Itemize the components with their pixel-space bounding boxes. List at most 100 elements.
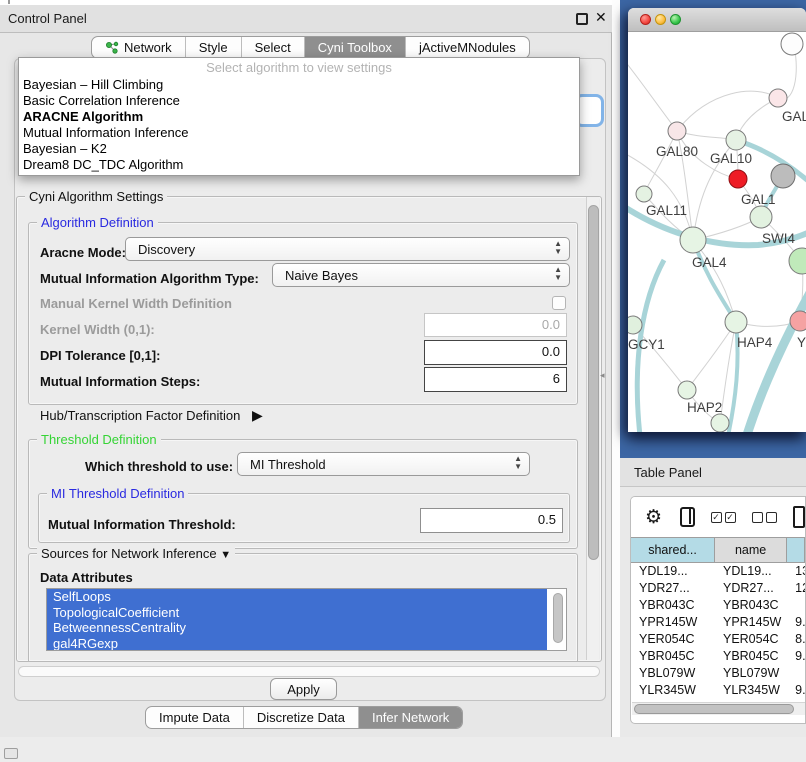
algorithm-option[interactable]: Bayesian – K2 [19,141,579,157]
table-toolbar: ⚙ ✓ ✓ [631,497,805,537]
table-row[interactable]: YBR043C YBR043C [631,597,805,614]
node-green-right[interactable] [789,248,806,274]
node-gal-cut[interactable] [769,89,787,107]
combo-stepper-icon: ▲▼ [554,240,562,256]
column-header-shared-name[interactable]: shared... [631,538,715,562]
collapsed-arrow-icon: ▶ [252,407,263,423]
mi-steps-input[interactable]: 6 [424,367,567,392]
control-panel-title: Control Panel [8,11,87,26]
table-row[interactable]: YPR145W YPR145W 9. [631,614,805,631]
algorithm-option[interactable]: Dream8 DC_TDC Algorithm [19,157,579,173]
algorithm-option[interactable]: Bayesian – Hill Climbing [19,77,579,93]
control-panel-titlebar [0,5,612,33]
node-bottom[interactable] [711,414,729,432]
algorithm-definition-legend: Algorithm Definition [37,215,158,230]
node-gcy1[interactable] [628,316,642,334]
label-gal4: GAL4 [692,255,727,270]
tab-infer-network[interactable]: Infer Network [358,707,462,728]
node-gal10[interactable] [726,130,746,150]
kernel-width-input[interactable]: 0.0 [424,313,567,337]
table-row[interactable]: YLR345W YLR345W 9. [631,682,805,699]
screen: Control Panel ✕ Network Style Select Cyn… [0,0,806,762]
table-hscrollbar[interactable] [632,702,806,715]
unchecked-box-icon [752,512,763,523]
network-canvas[interactable]: GAL80 GAL10 GAL GAL1 GAL11 SWI4 GAL4 GCY… [628,32,806,432]
node-gal11[interactable] [636,186,652,202]
attribute-item-selected[interactable]: TopologicalCoefficient [47,605,547,621]
threshold-definition-legend: Threshold Definition [37,432,161,447]
attribute-item-selected[interactable]: gal4RGexp [47,636,547,652]
node-unlabeled-top[interactable] [781,33,803,55]
table-header-row: shared... name [631,537,805,563]
node-gal4[interactable] [680,227,706,253]
mi-algorithm-type-combo[interactable]: Naive Bayes ▲▼ [272,263,570,287]
label-swi4: SWI4 [762,231,795,246]
algorithm-option[interactable]: Mutual Information Inference [19,125,579,141]
table-row[interactable]: YBL079W YBL079W [631,665,805,682]
table-hscrollbar-thumb[interactable] [634,704,794,714]
node-gal80[interactable] [668,122,686,140]
manual-kernel-checkbox[interactable] [552,296,566,310]
cyni-settings-legend: Cyni Algorithm Settings [25,189,167,204]
window-zoom-button[interactable] [670,14,681,25]
table-row[interactable]: YBR045C YBR045C 9. [631,648,805,665]
deselect-all-checkboxes-icon[interactable] [752,512,777,523]
table-row[interactable]: YDR27... YDR27... 12 [631,580,805,597]
table-row[interactable]: YER054C YER054C 8. [631,631,805,648]
apply-button[interactable]: Apply [270,678,337,700]
select-all-checkboxes-icon[interactable]: ✓ ✓ [711,512,736,523]
window-close-button[interactable] [640,14,651,25]
column-header-cut[interactable] [787,538,805,562]
tab-impute-data[interactable]: Impute Data [146,707,243,728]
node-pink-right[interactable] [790,311,806,331]
collapsed-panel-icon[interactable] [4,748,18,759]
node-hap2[interactable] [678,381,696,399]
node-hap4[interactable] [725,311,747,333]
settings-vscrollbar[interactable] [586,197,599,660]
expanded-arrow-icon: ▼ [220,549,231,561]
tab-cyni-toolbox[interactable]: Cyni Toolbox [304,37,405,58]
split-columns-icon[interactable] [680,507,695,527]
node-gal1[interactable] [750,206,772,228]
which-threshold-combo[interactable]: MI Threshold ▲▼ [237,452,530,476]
float-panel-icon[interactable] [576,13,588,25]
column-header-name[interactable]: name [715,538,787,562]
network-tab-icon [105,41,119,55]
sources-legend[interactable]: Sources for Network Inference ▼ [37,546,235,561]
algorithm-option-selected[interactable]: ARACNE Algorithm [19,109,579,125]
dpi-tolerance-input[interactable]: 0.0 [424,340,567,365]
settings-hscrollbar[interactable] [18,666,600,677]
list-vscrollbar-thumb[interactable] [553,593,563,643]
panel-splitter-handle[interactable]: ◂ [600,370,605,381]
table-panel-card: ⚙ ✓ ✓ shared... name YDL19... YDL19... 1… [630,496,806,724]
algorithm-option[interactable]: Basic Correlation Inference [19,93,579,109]
kernel-width-label: Kernel Width (0,1): [40,322,155,337]
settings-vscrollbar-thumb[interactable] [588,205,599,560]
aracne-mode-label: Aracne Mode: [40,245,126,260]
tab-network[interactable]: Network [92,37,185,58]
mi-threshold-legend: MI Threshold Definition [47,486,188,501]
window-minimize-button[interactable] [655,14,666,25]
hub-tf-definition-toggle[interactable]: Hub/Transcription Factor Definition ▶ [40,407,263,424]
network-window-titlebar[interactable] [628,8,806,32]
close-panel-icon[interactable]: ✕ [595,9,607,26]
table-row[interactable]: YDL19... YDL19... 13 [631,563,805,580]
tab-style[interactable]: Style [185,37,241,58]
algorithm-dropdown-placeholder: Select algorithm to view settings [19,58,579,77]
network-node-labels: GAL80 GAL10 GAL GAL1 GAL11 SWI4 GAL4 GCY… [628,109,806,415]
manual-kernel-label: Manual Kernel Width Definition [40,296,232,311]
mi-threshold-input[interactable]: 0.5 [420,508,563,533]
aracne-mode-combo[interactable]: Discovery ▲▼ [125,237,570,261]
label-gal-cut: GAL [782,109,806,124]
tab-network-label: Network [124,40,172,55]
attribute-item-selected[interactable]: BetweennessCentrality [47,620,547,636]
node-gray[interactable] [771,164,795,188]
gear-icon[interactable]: ⚙ [645,506,662,529]
network-graph: GAL80 GAL10 GAL GAL1 GAL11 SWI4 GAL4 GCY… [628,32,806,432]
node-selected-red[interactable] [729,170,747,188]
tab-jactivemnodules[interactable]: jActiveMNodules [405,37,529,58]
tab-discretize-data[interactable]: Discretize Data [243,707,358,728]
attribute-item-selected[interactable]: SelfLoops [47,589,547,605]
tab-select[interactable]: Select [241,37,304,58]
document-icon[interactable] [793,506,805,528]
